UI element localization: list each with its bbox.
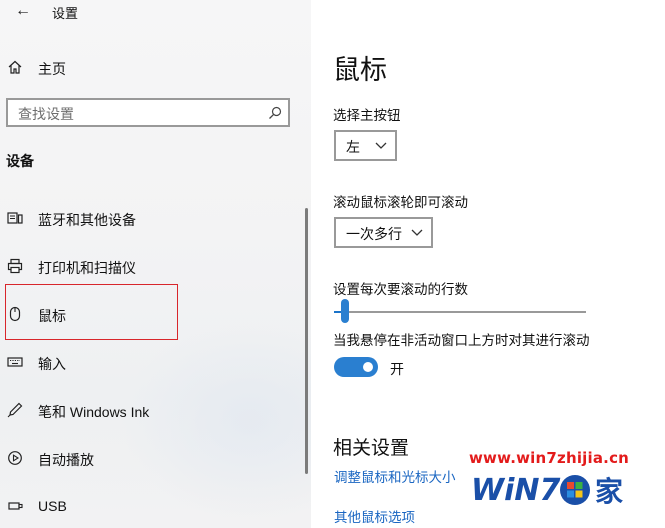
keyboard-icon [7,357,23,367]
sidebar-item-home[interactable]: 主页 [0,52,300,84]
sidebar-item-bluetooth[interactable]: 蓝牙和其他设备 [0,198,300,238]
sidebar-item-label: USB [38,498,67,514]
page-title: 鼠标 [333,55,387,85]
sidebar-item-pen[interactable]: 笔和 Windows Ink [0,390,300,430]
printer-icon [7,258,23,274]
sidebar-item-label: 自动播放 [38,452,94,468]
pen-icon [7,402,23,418]
back-button[interactable]: ← [3,0,43,22]
primary-button-select[interactable]: 左 [334,130,397,161]
sidebar: ← 设置 主页 查找设置 设备 蓝牙和其他设备 打印机和扫描仪 鼠标 输入 笔和… [0,0,311,528]
scroll-wheel-label: 滚动鼠标滚轮即可滚动 [333,195,468,210]
select-value: 左 [346,139,360,155]
related-settings-header: 相关设置 [333,438,410,459]
toggle-knob [363,362,373,372]
watermark-logo-suffix: 家 [595,475,623,508]
lines-to-scroll-label: 设置每次要滚动的行数 [333,282,468,297]
app-title: 设置 [52,6,79,21]
primary-button-label: 选择主按钮 [333,108,401,123]
section-header: 设备 [6,153,34,169]
mouse-pointer-size-link[interactable]: 调整鼠标和光标大小 [334,466,456,486]
sidebar-item-label: 打印机和扫描仪 [38,260,136,276]
inactive-scroll-label: 当我悬停在非活动窗口上方时对其进行滚动 [333,333,590,348]
autoplay-icon [8,451,22,465]
additional-mouse-options-link[interactable]: 其他鼠标选项 [334,506,415,526]
bluetooth-devices-icon [7,212,23,224]
watermark-logo: WiN7 家 [471,473,623,508]
sidebar-item-autoplay[interactable]: 自动播放 [0,438,300,478]
selection-highlight [5,284,178,340]
sidebar-item-printers[interactable]: 打印机和扫描仪 [0,246,300,286]
watermark-logo-text: WiN7 [471,473,560,508]
title-bar: ← 设置 [0,0,311,28]
sidebar-item-label: 笔和 Windows Ink [38,404,150,420]
search-icon[interactable] [267,105,283,121]
search-placeholder: 查找设置 [18,106,74,122]
watermark-url: www.win7zhijia.cn [469,449,630,467]
sidebar-item-label: 蓝牙和其他设备 [38,212,136,228]
select-value: 一次多行 [346,226,402,242]
sidebar-item-typing[interactable]: 输入 [0,342,300,382]
lines-slider-track[interactable] [334,311,586,313]
home-icon [8,60,22,74]
inactive-scroll-toggle[interactable] [334,357,378,377]
sidebar-item-label: 输入 [38,356,66,372]
sidebar-item-usb[interactable]: USB [0,486,300,526]
scroll-wheel-select[interactable]: 一次多行 [334,217,433,248]
usb-icon [8,502,23,510]
chevron-down-icon [411,229,423,236]
chevron-down-icon [375,142,387,149]
toggle-state-label: 开 [390,361,404,377]
sidebar-item-label: 主页 [38,61,66,77]
lines-slider-fill [334,311,341,313]
search-input[interactable]: 查找设置 [6,98,290,127]
back-arrow-icon: ← [15,2,31,19]
sidebar-scrollbar[interactable] [305,208,308,474]
lines-slider-thumb[interactable] [341,299,349,323]
